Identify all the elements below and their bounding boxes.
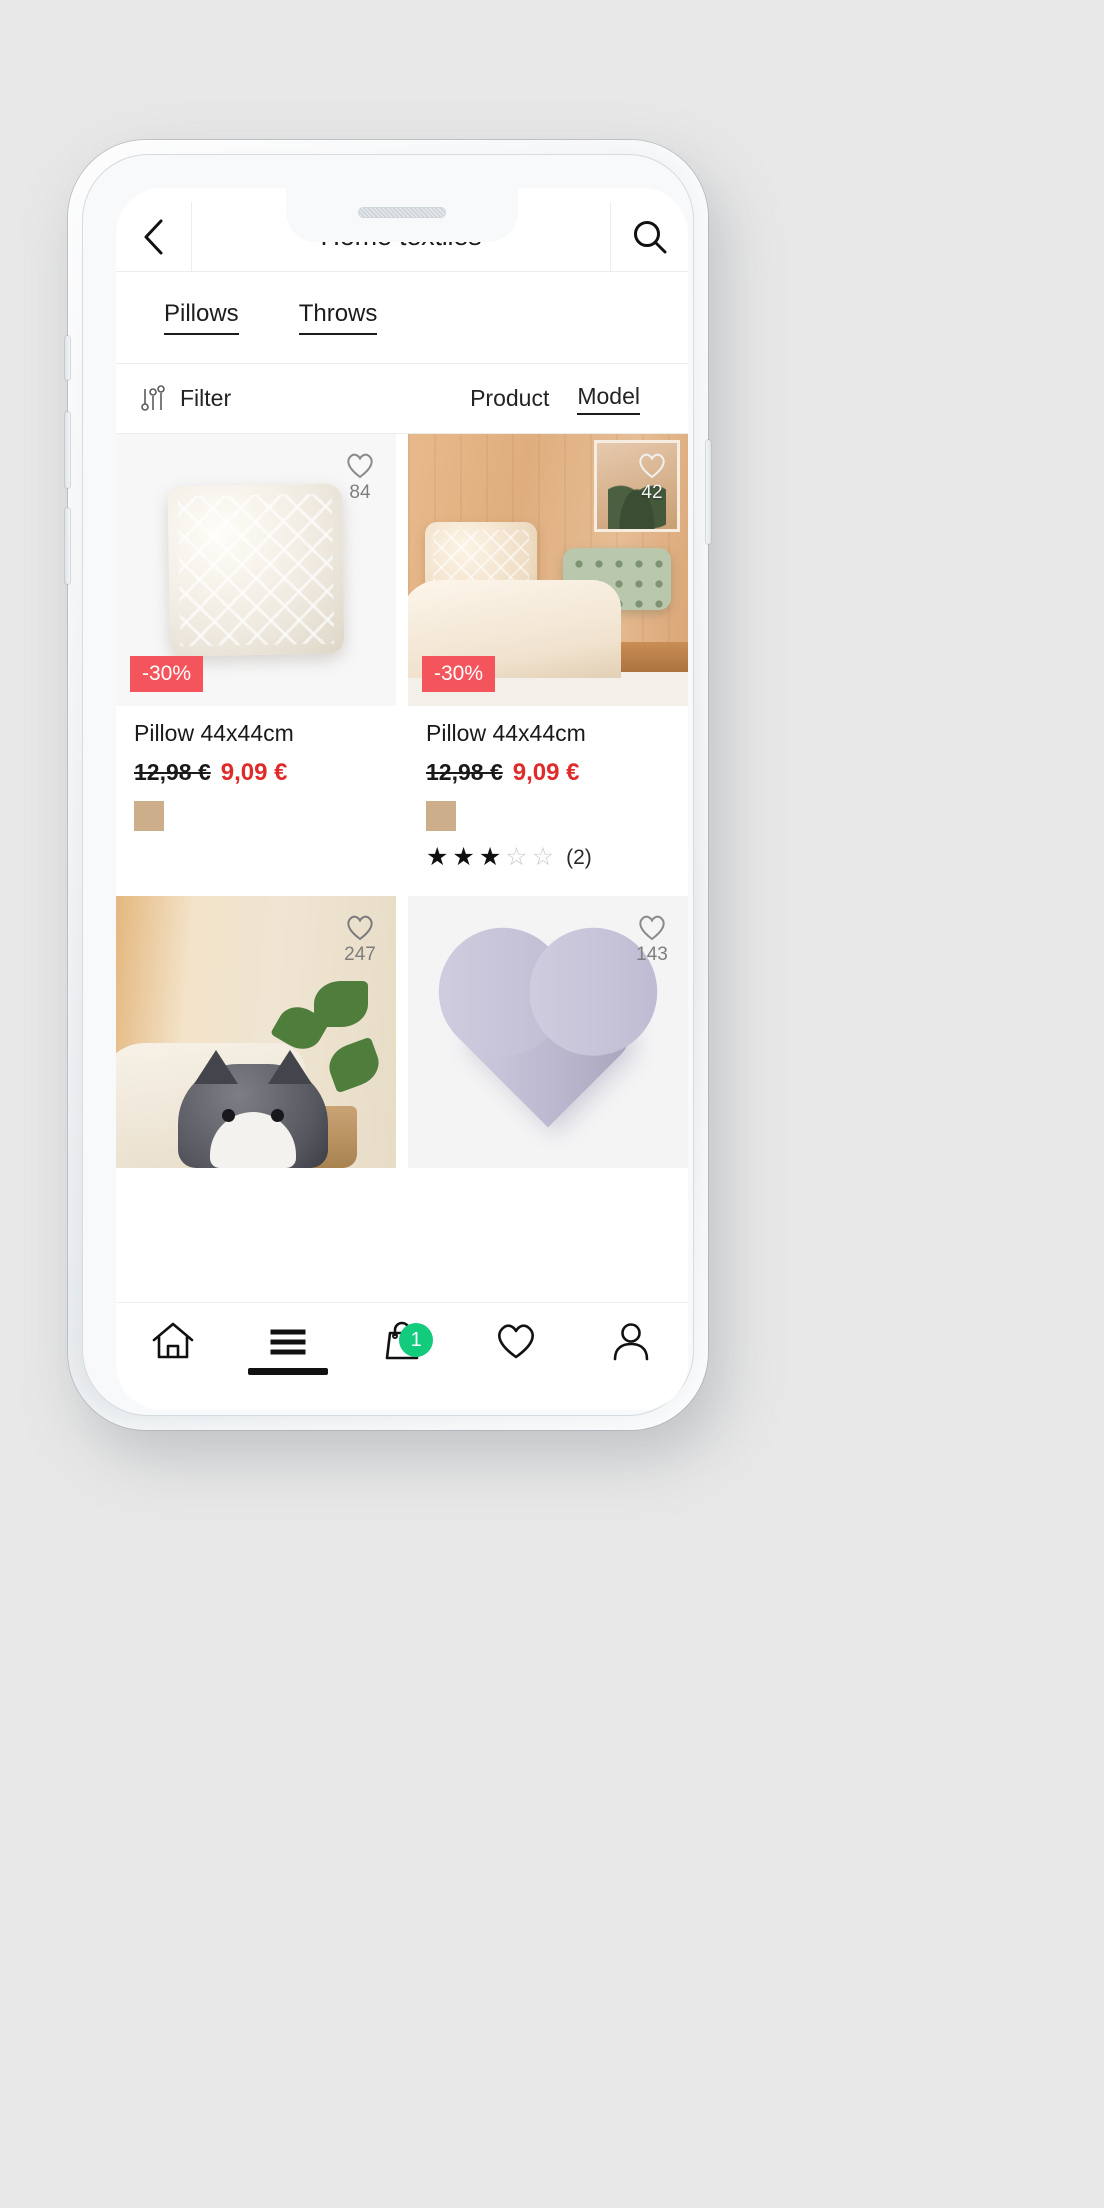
filter-bar: Filter Product Model bbox=[116, 364, 688, 434]
product-image[interactable]: 247 bbox=[116, 896, 396, 1168]
cat-eye-left bbox=[221, 1109, 235, 1122]
heart-icon bbox=[347, 453, 373, 479]
sliders-icon bbox=[141, 384, 165, 411]
cat-ear-left bbox=[193, 1050, 238, 1084]
favorite-toggle[interactable]: 143 bbox=[636, 912, 668, 966]
color-swatch[interactable] bbox=[134, 801, 164, 831]
volume-down-button[interactable] bbox=[65, 508, 70, 584]
product-grid: 84 -30% Pillow 44x44cm 12,98 € 9,09 € 42… bbox=[116, 434, 688, 1168]
phone-screen: Home textiles Pillows Throws bbox=[116, 188, 688, 1410]
favorite-count: 42 bbox=[641, 482, 663, 503]
discount-badge: -30% bbox=[130, 656, 204, 692]
home-icon bbox=[152, 1322, 194, 1359]
chevron-left-icon bbox=[144, 219, 162, 254]
rating-row: ★ ★ ★ ☆ ☆ (2) bbox=[426, 845, 670, 870]
volume-up-button[interactable] bbox=[65, 412, 70, 488]
tab-throws[interactable]: Throws bbox=[298, 300, 378, 335]
product-image[interactable]: 84 -30% bbox=[116, 434, 396, 706]
cat-ear-right bbox=[267, 1050, 312, 1084]
favorite-count: 84 bbox=[349, 482, 371, 503]
phone-frame: Home textiles Pillows Throws bbox=[65, 140, 711, 1430]
price-original: 12,98 € bbox=[426, 759, 503, 785]
product-card[interactable]: 84 -30% Pillow 44x44cm 12,98 € 9,09 € bbox=[116, 434, 396, 880]
star-filled: ★ bbox=[452, 843, 475, 871]
favorite-toggle[interactable]: 247 bbox=[344, 912, 376, 966]
nav-item-favorites[interactable] bbox=[459, 1319, 573, 1363]
price-original: 12,98 € bbox=[134, 759, 211, 785]
cat-eye-right bbox=[270, 1109, 284, 1122]
price-discounted: 9,09 € bbox=[512, 759, 580, 786]
search-button[interactable] bbox=[610, 201, 688, 272]
favorite-count: 247 bbox=[344, 944, 376, 965]
pillow-texture bbox=[177, 493, 335, 647]
cat-muzzle bbox=[209, 1112, 296, 1168]
cat-pillow-body bbox=[177, 1050, 328, 1168]
power-button[interactable] bbox=[706, 440, 711, 544]
color-swatch[interactable] bbox=[426, 801, 456, 831]
filter-label: Filter bbox=[180, 385, 232, 411]
price-discounted: 9,09 € bbox=[220, 759, 288, 786]
price-row: 12,98 € 9,09 € bbox=[426, 759, 670, 787]
product-card[interactable]: 42 -30% Pillow 44x44cm 12,98 € 9,09 € ★ bbox=[408, 434, 688, 880]
favorite-toggle[interactable]: 42 bbox=[636, 450, 668, 504]
discount-badge: -30% bbox=[422, 656, 496, 692]
category-tabs: Pillows Throws bbox=[116, 272, 688, 364]
active-indicator bbox=[247, 1368, 328, 1375]
product-info: Pillow 44x44cm 12,98 € 9,09 € bbox=[116, 706, 396, 841]
speaker-grille bbox=[359, 208, 445, 217]
heart-icon bbox=[639, 915, 665, 941]
product-image[interactable]: 143 bbox=[408, 896, 688, 1168]
product-image[interactable]: 42 -30% bbox=[408, 434, 688, 706]
heart-icon bbox=[639, 453, 665, 479]
cart-badge: 1 bbox=[399, 1323, 434, 1357]
nav-item-menu[interactable] bbox=[230, 1319, 344, 1375]
heart-pillow-graphic bbox=[457, 946, 639, 1128]
rating-count: (2) bbox=[566, 845, 592, 869]
heart-icon bbox=[498, 1324, 535, 1359]
silence-switch[interactable] bbox=[65, 336, 70, 380]
nav-item-cart[interactable]: 1 bbox=[345, 1319, 459, 1363]
filter-button[interactable]: Filter bbox=[138, 384, 231, 414]
sort-option-model[interactable]: Model bbox=[577, 383, 640, 415]
product-info: Pillow 44x44cm 12,98 € 9,09 € ★ ★ ★ ☆ ☆ bbox=[408, 706, 688, 880]
pillow-graphic bbox=[167, 483, 345, 657]
star-filled: ★ bbox=[478, 843, 502, 871]
product-card[interactable]: 143 bbox=[408, 896, 688, 1168]
menu-icon bbox=[270, 1329, 306, 1355]
search-icon bbox=[633, 220, 666, 253]
product-title: Pillow 44x44cm bbox=[426, 720, 586, 746]
price-row: 12,98 € 9,09 € bbox=[134, 759, 378, 787]
phone-bezel: Home textiles Pillows Throws bbox=[82, 154, 694, 1416]
favorite-toggle[interactable]: 84 bbox=[344, 450, 376, 504]
star-empty: ☆ bbox=[531, 843, 555, 871]
product-card[interactable]: 247 bbox=[116, 896, 396, 1168]
star-filled: ★ bbox=[426, 843, 449, 871]
favorite-count: 143 bbox=[636, 944, 668, 965]
nav-item-home[interactable] bbox=[116, 1319, 230, 1363]
back-button[interactable] bbox=[116, 201, 192, 272]
star-empty: ☆ bbox=[505, 843, 528, 871]
user-icon bbox=[613, 1323, 649, 1361]
sort-toggle-group: Product Model bbox=[470, 383, 640, 415]
bottom-navigation: 1 bbox=[116, 1302, 688, 1410]
nav-item-account[interactable] bbox=[574, 1319, 688, 1363]
heart-icon bbox=[347, 915, 373, 941]
product-title: Pillow 44x44cm bbox=[134, 720, 294, 746]
sort-option-product[interactable]: Product bbox=[470, 385, 549, 412]
tab-pillows[interactable]: Pillows bbox=[164, 300, 239, 335]
